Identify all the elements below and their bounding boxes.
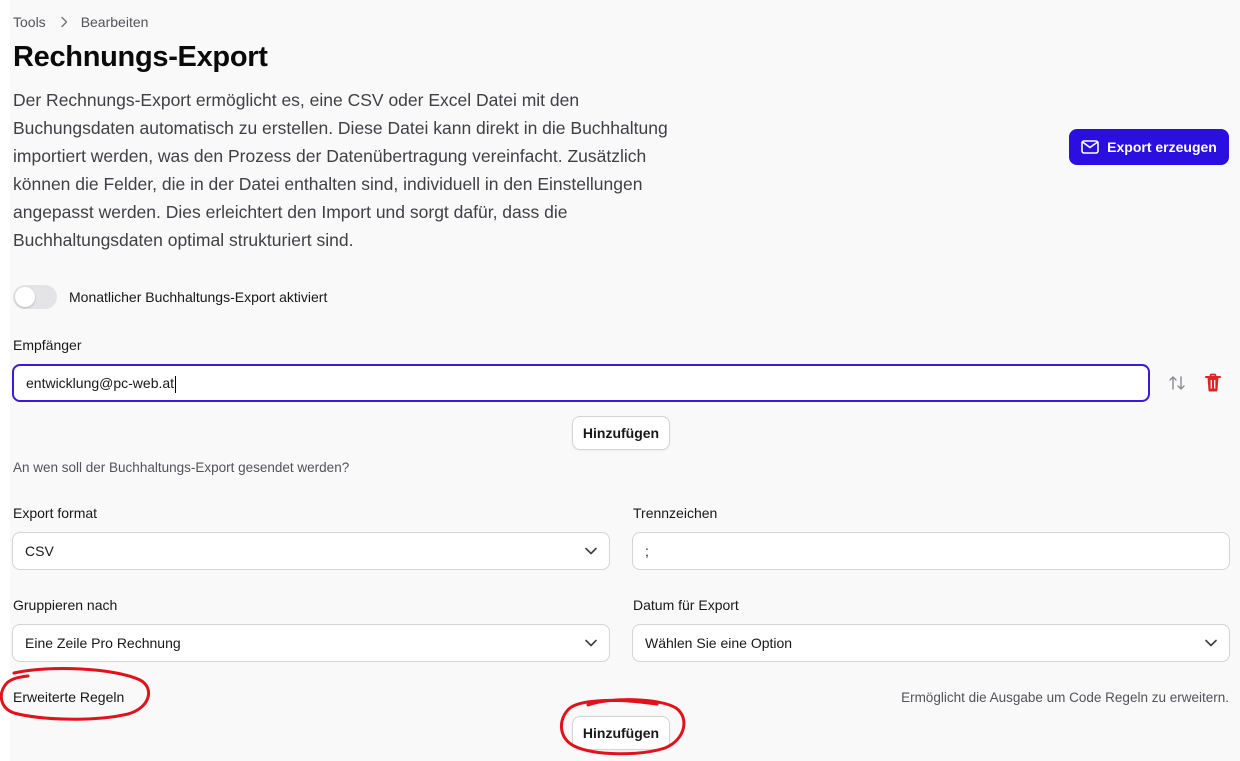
export-date-label: Datum für Export	[633, 597, 739, 613]
export-button[interactable]: Export erzeugen	[1069, 129, 1229, 165]
advanced-rules-label: Erweiterte Regeln	[13, 689, 125, 705]
export-button-label: Export erzeugen	[1107, 139, 1217, 155]
page-title: Rechnungs-Export	[13, 41, 268, 73]
envelope-icon	[1081, 140, 1099, 154]
breadcrumb: Tools Bearbeiten	[13, 14, 148, 30]
separator-value: ;	[645, 543, 649, 559]
monthly-export-toggle[interactable]	[13, 285, 57, 309]
chevron-right-icon	[60, 16, 68, 28]
export-date-value: Wählen Sie eine Option	[645, 635, 793, 651]
add-rule-button[interactable]: Hinzufügen	[572, 716, 670, 750]
export-format-value: CSV	[25, 543, 54, 559]
group-by-select[interactable]: Eine Zeile Pro Rechnung	[12, 624, 610, 662]
recipients-label: Empfänger	[13, 337, 82, 353]
separator-input[interactable]: ;	[632, 532, 1230, 570]
trash-icon[interactable]	[1201, 371, 1225, 395]
chevron-down-icon	[1205, 639, 1217, 647]
separator-label: Trennzeichen	[633, 505, 718, 521]
export-format-select[interactable]: CSV	[12, 532, 610, 570]
breadcrumb-current: Bearbeiten	[80, 14, 149, 30]
export-date-select[interactable]: Wählen Sie eine Option	[632, 624, 1230, 662]
recipients-help-text: An wen soll der Buchhaltungs-Export gese…	[13, 460, 350, 475]
add-recipient-button[interactable]: Hinzufügen	[572, 416, 670, 450]
chevron-down-icon	[585, 639, 597, 647]
email-field[interactable]: entwicklung@pc-web.at	[12, 364, 1150, 402]
page-description: Der Rechnungs-Export ermöglicht es, eine…	[13, 90, 668, 250]
group-by-label: Gruppieren nach	[13, 597, 118, 613]
text-cursor	[175, 375, 177, 393]
toggle-knob	[15, 287, 35, 307]
advanced-rules-hint: Ermöglicht die Ausgabe um Code Regeln zu…	[901, 690, 1229, 705]
sort-arrows-icon[interactable]	[1165, 371, 1189, 395]
export-format-label: Export format	[13, 505, 98, 521]
monthly-export-label: Monatlicher Buchhaltungs-Export aktivier…	[69, 289, 328, 305]
chevron-down-icon	[585, 547, 597, 555]
breadcrumb-tools-link[interactable]: Tools	[13, 14, 46, 30]
email-value: entwicklung@pc-web.at	[26, 375, 175, 391]
group-by-value: Eine Zeile Pro Rechnung	[25, 635, 181, 651]
